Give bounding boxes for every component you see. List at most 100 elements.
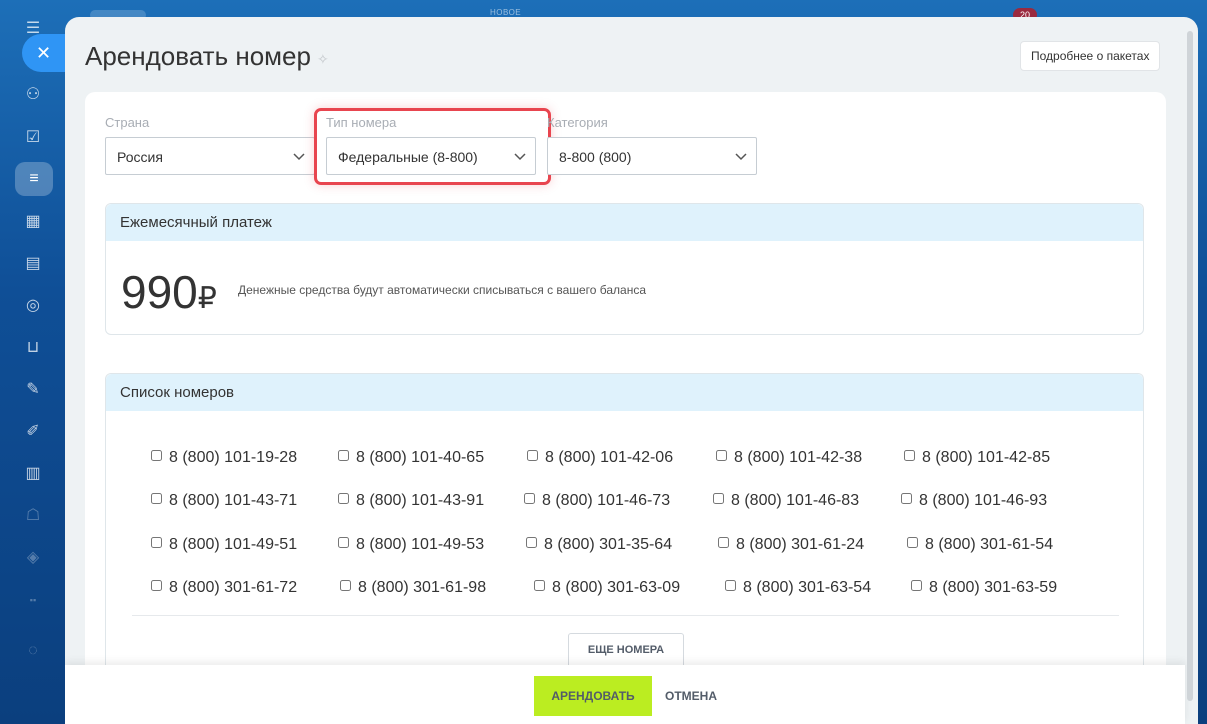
- number-checkbox[interactable]: [725, 580, 736, 591]
- number-label: 8 (800) 101-40-65: [356, 449, 485, 466]
- price-note: Денежные средства будут автоматически сп…: [238, 283, 646, 297]
- number-checkbox[interactable]: [904, 450, 915, 461]
- number-checkbox[interactable]: [338, 493, 349, 504]
- chevron-down-icon: [293, 153, 305, 161]
- tasks-icon[interactable]: ☑: [22, 127, 44, 149]
- number-label: 8 (800) 101-42-38: [734, 449, 863, 466]
- number-option[interactable]: 8 (800) 301-35-64: [526, 535, 672, 555]
- number-option[interactable]: 8 (800) 301-63-09: [534, 578, 680, 598]
- page-title: Арендовать номер: [85, 41, 311, 71]
- number-checkbox[interactable]: [526, 537, 537, 548]
- number-checkbox[interactable]: [151, 537, 162, 548]
- number-checkbox[interactable]: [907, 537, 918, 548]
- number-option[interactable]: 8 (800) 101-40-65: [338, 448, 484, 468]
- numbers-section: Список номеров 8 (800) 101-19-28 8 (800) …: [105, 373, 1144, 703]
- number-label: 8 (800) 101-49-53: [356, 536, 485, 553]
- number-label: 8 (800) 101-46-73: [542, 492, 671, 509]
- number-checkbox[interactable]: [718, 537, 729, 548]
- number-option[interactable]: 8 (800) 301-61-72: [151, 578, 297, 598]
- number-option[interactable]: 8 (800) 101-43-91: [338, 491, 484, 511]
- number-label: 8 (800) 301-61-54: [925, 536, 1054, 553]
- more-packages-button[interactable]: Подробнее о пакетах: [1020, 41, 1161, 71]
- numbers-title: Список номеров: [106, 374, 1143, 411]
- number-label: 8 (800) 301-61-98: [358, 579, 487, 596]
- cancel-button[interactable]: ОТМЕНА: [665, 676, 717, 716]
- number-option[interactable]: 8 (800) 101-43-71: [151, 491, 297, 511]
- number-label: 8 (800) 101-43-91: [356, 492, 485, 509]
- number-label: 8 (800) 101-46-83: [731, 492, 860, 509]
- number-checkbox[interactable]: [151, 580, 162, 591]
- apps-icon[interactable]: ▪▪: [22, 589, 44, 611]
- number-checkbox[interactable]: [901, 493, 912, 504]
- numbers-divider: [132, 615, 1119, 616]
- number-option[interactable]: 8 (800) 301-63-54: [725, 578, 871, 598]
- number-label: 8 (800) 301-63-54: [743, 579, 872, 596]
- sign-icon[interactable]: ✎: [22, 379, 44, 401]
- number-label: 8 (800) 101-42-06: [545, 449, 674, 466]
- number-label: 8 (800) 101-49-51: [169, 536, 298, 553]
- number-checkbox[interactable]: [534, 580, 545, 591]
- chevron-down-icon: [735, 153, 747, 161]
- country-select[interactable]: Россия: [105, 137, 315, 175]
- number-option[interactable]: 8 (800) 301-61-24: [718, 535, 864, 555]
- number-option[interactable]: 8 (800) 101-49-51: [151, 535, 297, 555]
- number-option[interactable]: 8 (800) 101-46-83: [713, 491, 859, 511]
- footer-bar: АРЕНДОВАТЬ ОТМЕНА: [65, 665, 1185, 724]
- number-option[interactable]: 8 (800) 301-61-54: [907, 535, 1053, 555]
- number-label: 8 (800) 301-63-59: [929, 579, 1058, 596]
- number-checkbox[interactable]: [340, 580, 351, 591]
- cube-icon[interactable]: ◈: [22, 547, 44, 569]
- number-checkbox[interactable]: [338, 450, 349, 461]
- scrollbar[interactable]: [1187, 31, 1193, 701]
- category-value: 8-800 (800): [559, 149, 632, 165]
- category-label: Категория: [547, 115, 608, 130]
- number-checkbox[interactable]: [911, 580, 922, 591]
- analytics-icon[interactable]: ▥: [22, 463, 44, 485]
- left-rail: ☰ ⚇ ☑ ≡ ▦ ▤ ◎ ⊔ ✎ ✐ ▥ ☖ ◈ ▪▪ ◌: [0, 0, 64, 724]
- price-amount: 990₽: [121, 266, 217, 318]
- country-value: Россия: [117, 149, 163, 165]
- close-slider-button[interactable]: ✕: [22, 34, 66, 72]
- number-label: 8 (800) 101-46-93: [919, 492, 1048, 509]
- number-option[interactable]: 8 (800) 101-42-85: [904, 448, 1050, 468]
- number-option[interactable]: 8 (800) 301-61-98: [340, 578, 486, 598]
- number-checkbox[interactable]: [338, 537, 349, 548]
- number-option[interactable]: 8 (800) 101-42-38: [716, 448, 862, 468]
- main-card: Страна Россия Тип номера Федеральные (8-…: [85, 92, 1166, 724]
- number-checkbox[interactable]: [524, 493, 535, 504]
- number-label: 8 (800) 101-42-85: [922, 449, 1051, 466]
- store-icon[interactable]: ▤: [22, 253, 44, 275]
- topbar-new-label: НОВОЕ: [490, 8, 522, 17]
- settings-icon[interactable]: ◌: [22, 640, 44, 662]
- ruble-sign: ₽: [197, 282, 217, 315]
- number-checkbox[interactable]: [527, 450, 538, 461]
- pin-icon[interactable]: ✧: [317, 51, 329, 68]
- crm-icon[interactable]: ⚇: [22, 84, 44, 106]
- number-label: 8 (800) 301-63-09: [552, 579, 681, 596]
- target-icon[interactable]: ◎: [22, 295, 44, 317]
- number-label: 8 (800) 301-61-72: [169, 579, 298, 596]
- number-option[interactable]: 8 (800) 101-49-53: [338, 535, 484, 555]
- highlight-frame: [314, 108, 551, 185]
- number-checkbox[interactable]: [713, 493, 724, 504]
- number-checkbox[interactable]: [151, 493, 162, 504]
- number-label: 8 (800) 301-35-64: [544, 536, 673, 553]
- number-option[interactable]: 8 (800) 101-46-73: [524, 491, 670, 511]
- number-label: 8 (800) 101-19-28: [169, 449, 298, 466]
- category-select[interactable]: 8-800 (800): [547, 137, 757, 175]
- rent-button[interactable]: АРЕНДОВАТЬ: [534, 676, 652, 716]
- rent-number-slider: Арендовать номер ✧ Подробнее о пакетах С…: [65, 17, 1198, 724]
- number-checkbox[interactable]: [716, 450, 727, 461]
- number-option[interactable]: 8 (800) 101-19-28: [151, 448, 297, 468]
- number-option[interactable]: 8 (800) 101-46-93: [901, 491, 1047, 511]
- number-option[interactable]: 8 (800) 301-63-59: [911, 578, 1057, 598]
- pen-icon[interactable]: ✐: [22, 421, 44, 443]
- more-numbers-button[interactable]: ЕЩЕ НОМЕРА: [568, 633, 684, 668]
- monthly-payment-section: Ежемесячный платеж 990₽ Денежные средств…: [105, 203, 1144, 335]
- calendar-icon[interactable]: ▦: [22, 211, 44, 233]
- filter-icon[interactable]: ≡: [15, 162, 53, 196]
- number-option[interactable]: 8 (800) 101-42-06: [527, 448, 673, 468]
- cart-icon[interactable]: ⊔: [22, 337, 44, 359]
- robot-icon[interactable]: ☖: [22, 505, 44, 527]
- number-checkbox[interactable]: [151, 450, 162, 461]
